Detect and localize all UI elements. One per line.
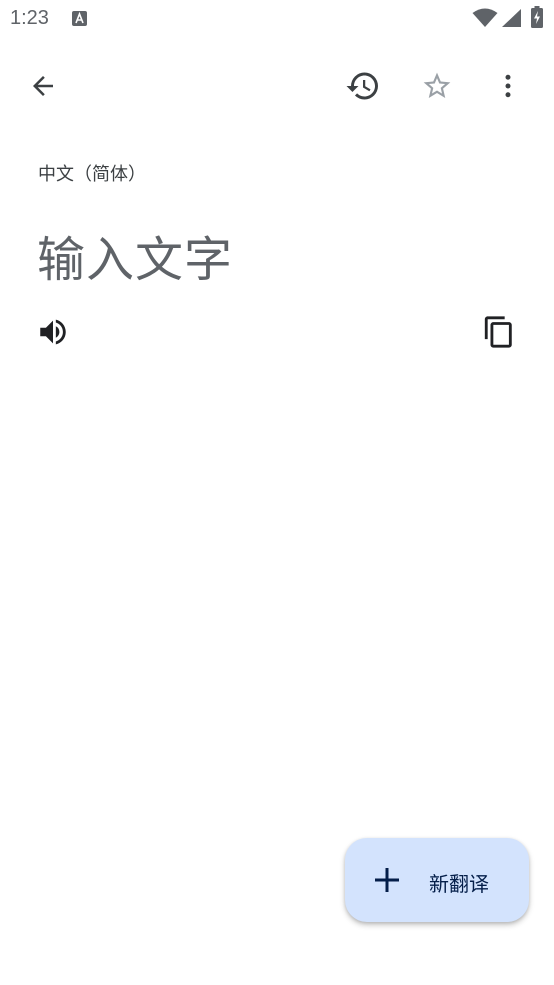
copy-icon: [484, 316, 512, 348]
a-notification-icon: [72, 11, 87, 26]
history-icon: [346, 72, 378, 100]
history-button[interactable]: [339, 62, 387, 110]
status-bar: 1:23: [0, 0, 554, 40]
more-options-button[interactable]: [484, 62, 532, 110]
favorite-button[interactable]: [413, 62, 461, 110]
cell-signal-icon: [502, 9, 521, 27]
status-time: 1:23: [10, 7, 49, 29]
copy-button[interactable]: [475, 308, 523, 356]
volume-icon: [40, 319, 66, 345]
wifi-icon: [472, 8, 498, 27]
star-outline-icon: [423, 72, 451, 98]
arrow-back-icon: [33, 76, 53, 96]
plus-icon: [375, 868, 399, 892]
translation-input[interactable]: 输入文字: [37, 220, 233, 290]
more-vert-icon: [505, 74, 511, 98]
battery-charging-icon: [531, 6, 543, 28]
new-translation-label: 新翻译: [429, 872, 489, 896]
back-button[interactable]: [19, 62, 67, 110]
listen-button[interactable]: [29, 308, 77, 356]
new-translation-button[interactable]: 新翻译: [345, 838, 529, 922]
source-language-label[interactable]: 中文（简体）: [38, 160, 146, 186]
